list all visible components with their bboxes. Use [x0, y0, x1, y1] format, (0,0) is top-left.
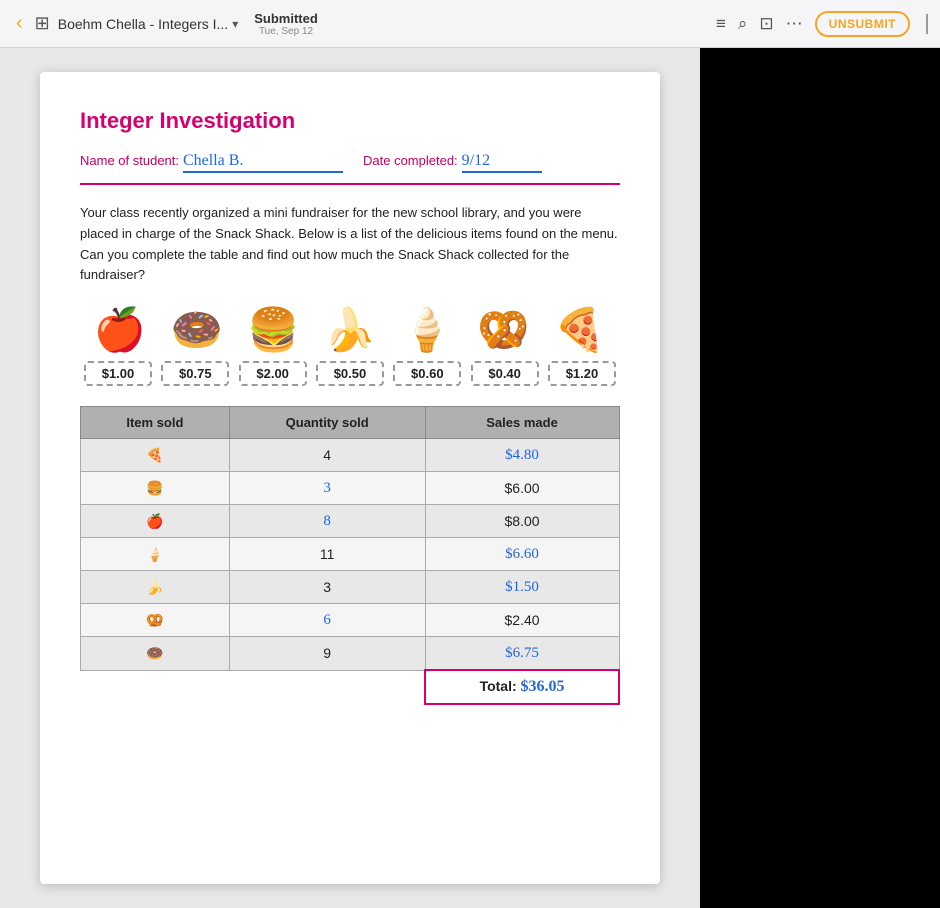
chevron-down-icon[interactable]: ▾: [232, 17, 238, 31]
table-row: 🍩9$6.75: [81, 637, 620, 671]
top-bar-left: ‹ ⊞ Boehm Chella - Integers I... ▾ Submi…: [12, 8, 326, 39]
total-empty-1: [81, 670, 230, 704]
doc-heading: Integer Investigation: [80, 108, 620, 134]
price-box-3: $2.00: [239, 361, 307, 386]
total-value: $36.05: [521, 678, 565, 695]
table-cell-qty: 3: [229, 571, 425, 604]
total-cell: Total: $36.05: [425, 670, 619, 704]
table-header-row: Item sold Quantity sold Sales made: [81, 407, 620, 439]
search-icon[interactable]: ⌕: [738, 14, 748, 34]
food-icon-pizza: 🍕: [544, 306, 616, 355]
top-bar-actions: ≡ ⌕ ⊡ ⋯ UNSUBMIT: [716, 11, 928, 37]
food-icon-donut: 🍩: [161, 306, 233, 355]
price-box-1: $1.00: [84, 361, 152, 386]
food-icon-pretzel: 🥨: [467, 306, 539, 355]
table-cell-icon: 🍎: [81, 505, 230, 538]
stamp-icon[interactable]: ⊡: [759, 14, 773, 34]
submitted-label: Submitted: [254, 11, 318, 26]
table-cell-icon: 🍩: [81, 637, 230, 671]
table-cell-qty: 9: [229, 637, 425, 671]
table-row: 🍌3$1.50: [81, 571, 620, 604]
table-cell-qty: 6: [229, 604, 425, 637]
doc-page: Integer Investigation Name of student: C…: [40, 72, 660, 884]
date-section: Date completed: 9/12: [363, 152, 542, 173]
list-icon[interactable]: ≡: [716, 14, 726, 34]
doc-panel: Integer Investigation Name of student: C…: [0, 48, 700, 908]
food-icon-banana: 🍌: [314, 306, 386, 355]
back-button[interactable]: ‹: [12, 8, 27, 39]
main-area: Integer Investigation Name of student: C…: [0, 48, 940, 908]
unsubmit-button[interactable]: UNSUBMIT: [815, 11, 910, 37]
col-sales-made: Sales made: [425, 407, 619, 439]
table-row: 🥨6$2.40: [81, 604, 620, 637]
table-cell-qty: 8: [229, 505, 425, 538]
price-box-6: $0.40: [471, 361, 539, 386]
price-boxes-row: $1.00 $0.75 $2.00 $0.50 $0.60 $0.40 $1.2…: [80, 361, 620, 386]
table-cell-qty: 3: [229, 472, 425, 505]
separator: [926, 14, 928, 34]
table-cell-qty: 4: [229, 439, 425, 472]
table-row: 🍕4$4.80: [81, 439, 620, 472]
table-cell-icon: 🥨: [81, 604, 230, 637]
table-cell-sales: $6.60: [425, 538, 619, 571]
description-text: Your class recently organized a mini fun…: [80, 203, 620, 286]
sidebar-toggle-button[interactable]: ⊞: [35, 13, 50, 34]
doc-title: Boehm Chella - Integers I...: [58, 16, 228, 32]
price-box-7: $1.20: [548, 361, 616, 386]
price-box-5: $0.60: [393, 361, 461, 386]
col-item-sold: Item sold: [81, 407, 230, 439]
table-cell-sales: $8.00: [425, 505, 619, 538]
total-label: Total:: [480, 678, 517, 694]
table-row: 🍎8$8.00: [81, 505, 620, 538]
data-table: Item sold Quantity sold Sales made 🍕4$4.…: [80, 406, 620, 705]
table-total-row: Total: $36.05: [81, 670, 620, 704]
student-name-value: Chella B.: [183, 152, 343, 173]
table-cell-icon: 🍦: [81, 538, 230, 571]
submitted-area: Submitted Tue, Sep 12: [254, 11, 318, 37]
total-empty-2: [229, 670, 425, 704]
submitted-date: Tue, Sep 12: [259, 26, 313, 37]
table-cell-sales: $2.40: [425, 604, 619, 637]
top-bar: ‹ ⊞ Boehm Chella - Integers I... ▾ Submi…: [0, 0, 940, 48]
table-row: 🍔3$6.00: [81, 472, 620, 505]
student-name-label: Name of student:: [80, 153, 179, 168]
food-icon-burger: 🍔: [237, 306, 309, 355]
table-cell-sales: $1.50: [425, 571, 619, 604]
date-label: Date completed:: [363, 153, 458, 168]
col-qty-sold: Quantity sold: [229, 407, 425, 439]
food-icon-apple: 🍎: [84, 306, 156, 355]
sidebar-icon: ⊞: [35, 13, 50, 33]
table-cell-icon: 🍌: [81, 571, 230, 604]
table-cell-qty: 11: [229, 538, 425, 571]
right-panel: [700, 48, 940, 908]
student-info-row: Name of student: Chella B. Date complete…: [80, 152, 620, 173]
date-value: 9/12: [462, 152, 542, 173]
food-icons-row: 🍎 🍩 🍔 🍌 🍦 🥨 🍕: [80, 306, 620, 355]
table-cell-icon: 🍔: [81, 472, 230, 505]
table-cell-icon: 🍕: [81, 439, 230, 472]
table-cell-sales: $6.75: [425, 637, 619, 671]
more-icon[interactable]: ⋯: [786, 14, 803, 34]
table-cell-sales: $6.00: [425, 472, 619, 505]
doc-title-area: Boehm Chella - Integers I... ▾: [58, 16, 238, 32]
price-box-4: $0.50: [316, 361, 384, 386]
table-row: 🍦11$6.60: [81, 538, 620, 571]
table-cell-sales: $4.80: [425, 439, 619, 472]
divider: [80, 183, 620, 185]
price-box-2: $0.75: [161, 361, 229, 386]
food-icon-icecream: 🍦: [391, 306, 463, 355]
